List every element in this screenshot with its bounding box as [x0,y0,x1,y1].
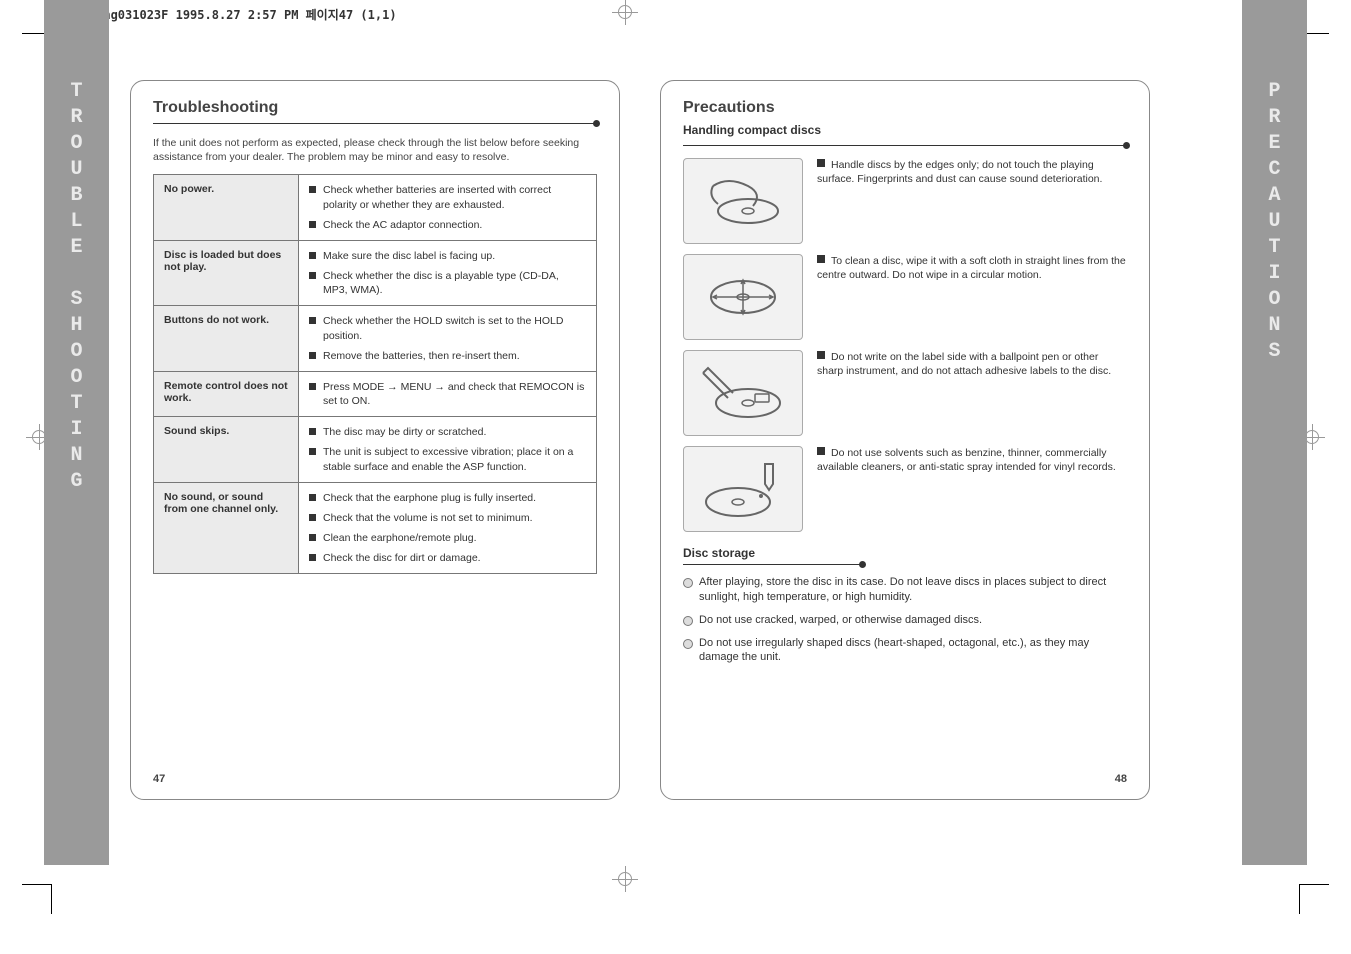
page-number: 48 [1115,773,1127,785]
registration-mark-icon [614,868,636,890]
remedy-item: Check that the volume is not set to mini… [309,511,586,525]
precaution-row: Handle discs by the edges only; do not t… [683,158,1127,244]
divider [153,123,597,124]
precaution-text: Do not use solvents such as benzine, thi… [817,446,1127,532]
crop-mark [22,884,52,914]
section-tab-label: PRECAUTIONS [1263,80,1286,366]
table-cell-symptom: No sound, or sound from one channel only… [154,482,299,574]
section-tab-left: TROUBLE SHOOTING [44,0,109,865]
table-cell-symptom: No power. [154,175,299,241]
table-cell-symptom: Remote control does not work. [154,371,299,416]
intro-text: If the unit does not perform as expected… [153,136,597,164]
manual-page-right: Precautions Handling compact discs Handl… [660,80,1150,800]
precaution-text: Do not write on the label side with a ba… [817,350,1127,436]
table-cell-remedy: Check that the earphone plug is fully in… [299,482,597,574]
table-cell-remedy: Press MODE → MENU → and check that REMOC… [299,371,597,416]
remedy-item: The disc may be dirty or scratched. [309,425,586,439]
divider [683,145,1127,146]
table-cell-remedy: The disc may be dirty or scratched. The … [299,417,597,483]
storage-item: After playing, store the disc in its cas… [683,575,1127,605]
manual-page-left: Troubleshooting If the unit does not per… [130,80,620,800]
precaution-row: Do not write on the label side with a ba… [683,350,1127,436]
page-number: 47 [153,773,165,785]
remedy-item: Remove the batteries, then re-insert the… [309,349,586,363]
table-cell-symptom: Disc is loaded but does not play. [154,240,299,306]
remedy-item: Press MODE → MENU → and check that REMOC… [309,380,586,408]
remedy-item: Check whether batteries are inserted wit… [309,183,586,211]
section-tab-label: TROUBLE SHOOTING [65,80,88,496]
storage-heading: Disc storage [683,546,1127,560]
remedy-item: The unit is subject to excessive vibrati… [309,445,586,473]
remedy-item: Make sure the disc label is facing up. [309,249,586,263]
crop-mark [1299,884,1329,914]
storage-item: Do not use irregularly shaped discs (hea… [683,636,1127,666]
remedy-item: Clean the earphone/remote plug. [309,531,586,545]
precaution-text: To clean a disc, wipe it with a soft clo… [817,254,1127,340]
precaution-row: To clean a disc, wipe it with a soft clo… [683,254,1127,340]
remedy-item: Check whether the HOLD switch is set to … [309,314,586,342]
disc-no-solvent-icon [683,446,803,532]
section-tab-right: PRECAUTIONS [1242,0,1307,865]
storage-list: After playing, store the disc in its cas… [683,575,1127,665]
table-cell-remedy: Check whether batteries are inserted wit… [299,175,597,241]
table-cell-remedy: Check whether the HOLD switch is set to … [299,306,597,372]
page-title: Troubleshooting [153,99,597,117]
registration-mark-icon [614,1,636,23]
table-cell-symptom: Buttons do not work. [154,306,299,372]
remedy-item: Check the AC adaptor connection. [309,218,586,232]
remedy-item: Check that the earphone plug is fully in… [309,491,586,505]
remedy-item: Check whether the disc is a playable typ… [309,269,586,297]
divider [683,564,863,565]
disc-no-write-icon [683,350,803,436]
page-subtitle: Handling compact discs [683,123,1127,137]
page-title: Precautions [683,99,1127,117]
troubleshooting-table: No power. Check whether batteries are in… [153,174,597,574]
disc-hold-icon [683,158,803,244]
print-filename: MP700Eng031023F 1995.8.27 2:57 PM 페이지47 … [60,6,397,23]
table-cell-remedy: Make sure the disc label is facing up. C… [299,240,597,306]
disc-wipe-icon [683,254,803,340]
table-cell-symptom: Sound skips. [154,417,299,483]
precaution-row: Do not use solvents such as benzine, thi… [683,446,1127,532]
precaution-text: Handle discs by the edges only; do not t… [817,158,1127,244]
storage-item: Do not use cracked, warped, or otherwise… [683,613,1127,628]
remedy-item: Check the disc for dirt or damage. [309,551,586,565]
